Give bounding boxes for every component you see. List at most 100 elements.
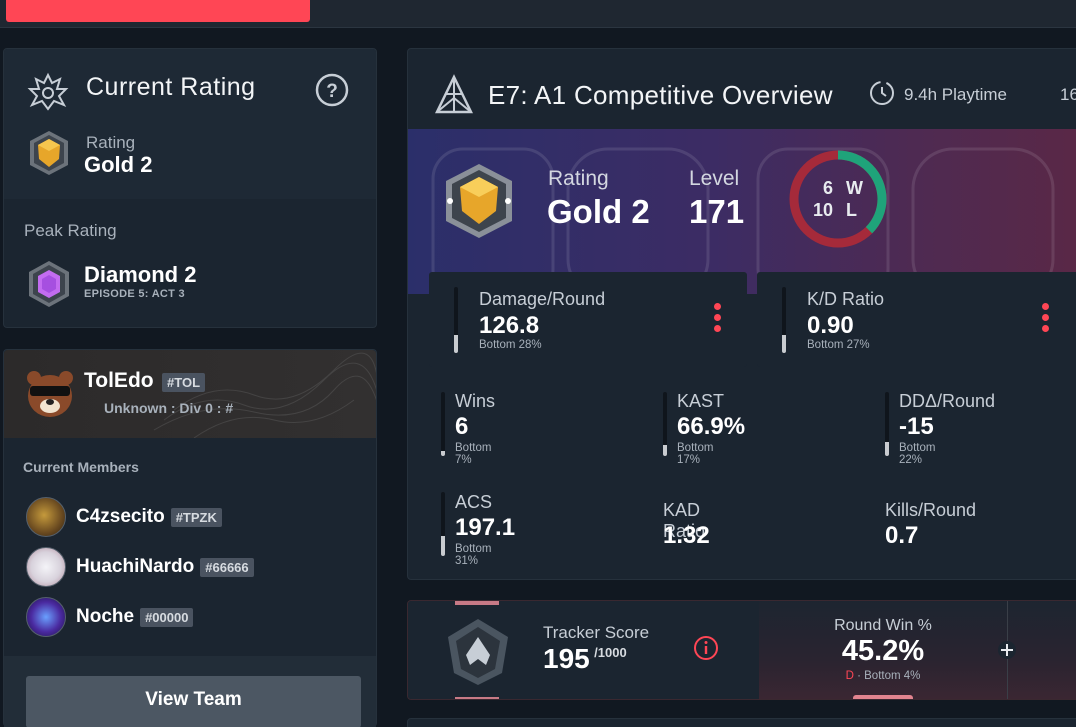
- kast-value: 66.9%: [677, 413, 746, 440]
- kd-percentile: Bottom 27%: [807, 339, 870, 351]
- damage-level-fill: [454, 334, 458, 353]
- damage-value: 126.8: [479, 312, 540, 339]
- damage-percentile: Bottom 28%: [479, 339, 542, 351]
- accent-tab: [455, 601, 499, 605]
- member-row[interactable]: HuachiNardo #66666: [26, 546, 254, 588]
- more-options-icon[interactable]: [714, 303, 722, 336]
- avatar: [26, 497, 66, 537]
- member-row[interactable]: C4zsecito #TPZK: [26, 496, 222, 538]
- damage-round-stat[interactable]: Damage/Round 126.8 Bottom 28%: [429, 272, 747, 367]
- losses-letter: L: [846, 200, 857, 220]
- wins-count: 6: [822, 178, 833, 198]
- member-tag: #TPZK: [170, 507, 222, 527]
- view-team-button[interactable]: View Team: [26, 676, 361, 727]
- banner-rating-label: Rating: [548, 167, 609, 190]
- round-win-grade: D: [845, 670, 854, 682]
- wins-label: Wins: [455, 391, 495, 411]
- kills-label: Kills/Round: [885, 500, 977, 520]
- current-rating-title: Current Rating: [86, 73, 256, 101]
- competitive-overview-card: E7: A1 Competitive Overview 9.4h Playtim…: [407, 48, 1076, 580]
- team-logo-bear-icon: [27, 371, 73, 417]
- playtime-text: 9.4h Playtime: [904, 85, 1007, 104]
- member-name: Noche: [76, 606, 135, 627]
- member-name: HuachiNardo: [76, 556, 195, 577]
- round-win-indicator: [853, 695, 913, 699]
- kd-level-bar: [782, 287, 786, 353]
- tracker-score-section[interactable]: Tracker Score 195 /1000: [408, 601, 759, 699]
- info-icon[interactable]: [692, 634, 720, 662]
- member-tag: #66666: [200, 557, 254, 577]
- acs-level-bar: [441, 492, 445, 556]
- dda-level-fill: [885, 441, 889, 456]
- win-loss-ring: [789, 150, 887, 248]
- team-members-section: Current Members C4zsecito #TPZK HuachiNa…: [4, 438, 376, 656]
- peak-rating-label: Peak Rating: [24, 221, 117, 240]
- dda-value: -15: [899, 413, 934, 440]
- member-tag: #00000: [140, 607, 194, 627]
- current-members-label: Current Members: [23, 459, 139, 475]
- overflow-stat: 16: [1060, 85, 1076, 104]
- acs-percentile: Bottom 31%: [455, 543, 492, 567]
- tracker-score-card: Tracker Score 195 /1000 Round Win % 45.2…: [407, 600, 1076, 700]
- round-win-value: 45.2%: [841, 635, 925, 667]
- team-name: TolEdo: [84, 369, 154, 392]
- tracker-score-label: Tracker Score: [543, 623, 650, 642]
- kd-level-fill: [782, 335, 786, 353]
- avatar: [26, 597, 66, 637]
- top-red-button[interactable]: [6, 0, 310, 22]
- level-value: 171: [689, 193, 745, 230]
- acs-label: ACS: [455, 492, 493, 512]
- kd-ratio-stat[interactable]: K/D Ratio 0.90 Bottom 27%: [757, 272, 1076, 367]
- tracker-emblem-icon: [448, 619, 508, 685]
- round-win-label: Round Win %: [834, 617, 932, 634]
- round-win-percentile: · Bottom 4%: [857, 670, 921, 682]
- gold-rank-icon: [30, 131, 68, 175]
- round-win-section[interactable]: Round Win % 45.2% D · Bottom 4%: [759, 601, 1076, 699]
- next-card: [407, 718, 1076, 727]
- kd-value: 0.90: [807, 312, 854, 339]
- member-name: C4zsecito: [76, 506, 165, 527]
- level-label: Level: [689, 167, 740, 190]
- kad-value: 1.32: [663, 522, 710, 549]
- kd-label: K/D Ratio: [807, 289, 885, 309]
- peak-episode: EPISODE 5: ACT 3: [84, 288, 185, 300]
- team-card: TolEdo #TOL Unknown : Div 0 : # Current …: [3, 349, 377, 727]
- acs-value: 197.1: [455, 514, 516, 541]
- peak-rating-value: Diamond 2: [84, 262, 197, 287]
- accent-tab: [455, 697, 499, 699]
- clock-icon: [870, 81, 894, 105]
- dda-percentile: Bottom 22%: [899, 442, 936, 466]
- member-row[interactable]: Noche #00000: [26, 596, 194, 638]
- help-icon[interactable]: ?: [314, 72, 350, 108]
- kast-level-fill: [663, 445, 667, 456]
- plus-icon[interactable]: [997, 640, 1017, 660]
- wins-percentile: Bottom 7%: [455, 442, 492, 466]
- kast-level-bar: [663, 392, 667, 456]
- tracker-score-value: 195: [543, 643, 590, 674]
- wins-level-bar: [441, 392, 445, 456]
- team-division: Unknown : Div 0 : #: [104, 400, 234, 416]
- team-tag: #TOL: [162, 373, 206, 393]
- more-options-icon[interactable]: [1042, 303, 1050, 336]
- dda-level-bar: [885, 392, 889, 456]
- banner-rating-value: Gold 2: [547, 193, 650, 230]
- dda-label: DDΔ/Round: [899, 391, 996, 411]
- rating-label: Rating: [86, 133, 136, 152]
- wins-letter: W: [846, 178, 863, 198]
- valorant-logo-icon: [435, 74, 473, 114]
- tracker-score-max: /1000: [594, 645, 627, 660]
- current-rating-card: Current Rating ? Rating Gold 2 Peak Rati…: [3, 48, 377, 328]
- team-header[interactable]: TolEdo #TOL Unknown : Div 0 : #: [4, 350, 376, 438]
- overview-title: E7: A1 Competitive Overview: [488, 80, 833, 110]
- losses-count: 10: [813, 200, 834, 220]
- rating-banner: Rating Gold 2 Level 171 6 10 W L: [408, 129, 1076, 294]
- damage-label: Damage/Round: [479, 289, 606, 309]
- crown-icon: [27, 72, 69, 111]
- gold-rank-large-icon: [446, 164, 512, 238]
- rating-value: Gold 2: [84, 152, 153, 177]
- acs-level-fill: [441, 536, 445, 556]
- svg-text:?: ?: [326, 81, 338, 102]
- wins-level-fill: [441, 450, 445, 456]
- top-bar: [0, 0, 1076, 28]
- avatar: [26, 547, 66, 587]
